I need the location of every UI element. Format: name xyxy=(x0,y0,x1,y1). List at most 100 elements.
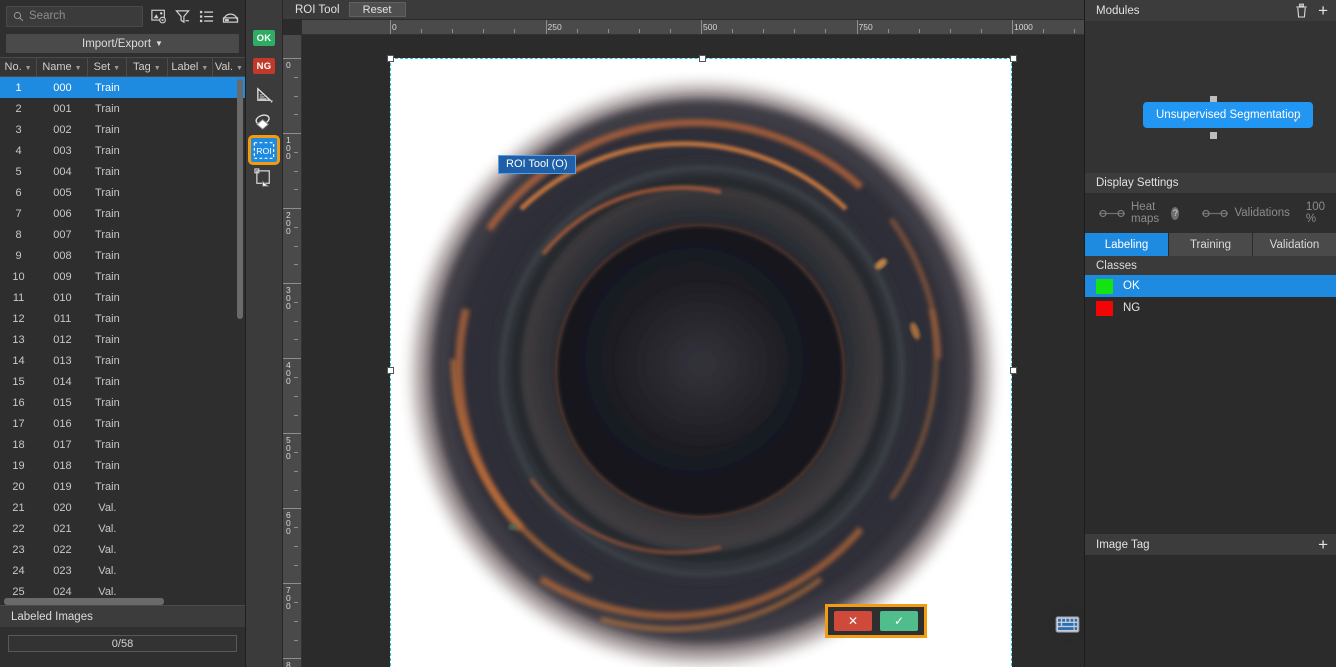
column-header-label[interactable]: Label ▼ xyxy=(168,58,213,76)
table-row[interactable]: 8 007 Train xyxy=(0,224,245,245)
help-icon[interactable]: ? xyxy=(1171,206,1180,220)
roi-cancel-label: ✕ xyxy=(847,614,859,628)
col-label-tag: Tag xyxy=(133,61,151,73)
table-row[interactable]: 24 023 Val. xyxy=(0,560,245,581)
cell-set: Train xyxy=(95,312,120,325)
list-icon[interactable] xyxy=(198,8,215,25)
eraser-tool[interactable] xyxy=(251,110,277,134)
table-row[interactable]: 2 001 Train xyxy=(0,98,245,119)
table-row[interactable]: 22 021 Val. xyxy=(0,518,245,539)
validations-label: Validations xyxy=(1234,207,1290,219)
import-export-button[interactable]: Import/Export ▼ xyxy=(6,34,239,53)
class-label-ok: OK xyxy=(1123,280,1140,292)
search-input[interactable]: Search xyxy=(6,5,143,27)
cell-name: 001 xyxy=(53,102,72,115)
roi-handle-top-right[interactable] xyxy=(1010,55,1017,62)
table-row[interactable]: 23 022 Val. xyxy=(0,539,245,560)
roi-handle-mid-left[interactable] xyxy=(387,367,394,374)
table-row[interactable]: 20 019 Train xyxy=(0,476,245,497)
roi-confirm-bar: ✕ ✓ xyxy=(825,604,927,638)
ruler-label: 200 xyxy=(286,210,291,237)
image-settings-icon[interactable] xyxy=(150,8,167,25)
table-row[interactable]: 16 015 Train xyxy=(0,392,245,413)
roi-handle-top-left[interactable] xyxy=(387,55,394,62)
node-output-port[interactable] xyxy=(1210,132,1217,139)
sort-caret-icon: ▼ xyxy=(74,64,82,72)
roi-cancel-button[interactable]: ✕ xyxy=(834,611,872,631)
image-viewport[interactable]: ✕ ✓ xyxy=(302,35,1084,667)
table-row[interactable]: 13 012 Train xyxy=(0,329,245,350)
ruler-tick xyxy=(294,602,298,604)
keyboard-shortcut-badge[interactable] xyxy=(1048,605,1084,643)
roi-selection-box[interactable] xyxy=(387,55,1017,667)
add-image-tag-icon[interactable]: + xyxy=(1318,536,1328,553)
column-header-set[interactable]: Set ▼ xyxy=(88,58,127,76)
class-row-ng[interactable]: NG xyxy=(1085,297,1336,319)
horizontal-ruler: 025050075010001250 xyxy=(302,20,1084,35)
table-row[interactable]: 1 000 Train xyxy=(0,77,245,98)
table-row[interactable]: 9 008 Train xyxy=(0,245,245,266)
table-row[interactable]: 7 006 Train xyxy=(0,203,245,224)
ruler-tick xyxy=(294,395,298,397)
cell-set: Train xyxy=(95,438,120,451)
ng-class-tool[interactable]: NG xyxy=(251,54,277,78)
column-header-no[interactable]: No. ▼ xyxy=(0,58,38,76)
cell-no: 2 xyxy=(15,102,22,115)
add-module-icon[interactable]: + xyxy=(1318,2,1328,19)
filter-icon[interactable] xyxy=(174,8,191,25)
crop-tool[interactable] xyxy=(251,166,277,190)
panel-layout-icon[interactable] xyxy=(222,8,239,25)
tab-labeling[interactable]: Labeling xyxy=(1085,233,1169,256)
tab-training[interactable]: Training xyxy=(1169,233,1253,256)
image-table-body[interactable]: 1 000 Train 2 001 Train 3 002 Train 4 003 Train 5 004… xyxy=(0,77,245,605)
right-panel: Modules + Unsupervised Segmentation ✓ Di… xyxy=(1084,0,1336,667)
table-row[interactable]: 14 013 Train xyxy=(0,350,245,371)
class-row-ok[interactable]: OK xyxy=(1085,275,1336,297)
table-row[interactable]: 18 017 Train xyxy=(0,434,245,455)
column-header-val[interactable]: Val. ▼ xyxy=(213,58,245,76)
table-row[interactable]: 5 004 Train xyxy=(0,161,245,182)
cell-name: 023 xyxy=(53,564,72,577)
column-header-tag[interactable]: Tag ▼ xyxy=(127,58,168,76)
cell-set: Train xyxy=(95,144,120,157)
roi-accept-button[interactable]: ✓ xyxy=(880,611,918,631)
canvas-toolbar: ROI Tool Reset xyxy=(283,0,1084,20)
table-row[interactable]: 11 010 Train xyxy=(0,287,245,308)
table-row[interactable]: 19 018 Train xyxy=(0,455,245,476)
image-list-horizontal-scrollbar[interactable] xyxy=(4,598,164,605)
table-row[interactable]: 6 005 Train xyxy=(0,182,245,203)
cell-set: Train xyxy=(95,249,120,262)
column-header-name[interactable]: Name ▼ xyxy=(37,58,88,76)
tab-validation[interactable]: Validation xyxy=(1253,233,1336,256)
ruler-tick xyxy=(390,20,391,34)
cell-set: Train xyxy=(95,333,120,346)
table-row[interactable]: 3 002 Train xyxy=(0,119,245,140)
trash-icon[interactable] xyxy=(1295,3,1308,18)
polygon-icon xyxy=(255,85,274,104)
validations-slider[interactable] xyxy=(1202,209,1229,218)
table-row[interactable]: 17 016 Train xyxy=(0,413,245,434)
roi-tool[interactable]: ROI xyxy=(248,135,280,165)
table-row[interactable]: 12 011 Train xyxy=(0,308,245,329)
table-row[interactable]: 21 020 Val. xyxy=(0,497,245,518)
modules-canvas[interactable]: Unsupervised Segmentation ✓ xyxy=(1085,21,1336,173)
roi-handle-top-center[interactable] xyxy=(699,55,706,62)
reset-button[interactable]: Reset xyxy=(348,2,406,17)
module-enabled-check-icon[interactable]: ✓ xyxy=(1292,111,1303,127)
table-row[interactable]: 15 014 Train xyxy=(0,371,245,392)
search-placeholder: Search xyxy=(29,10,66,22)
cell-no: 16 xyxy=(12,396,25,409)
module-node-unsupervised-segmentation[interactable]: Unsupervised Segmentation xyxy=(1143,102,1314,128)
table-row[interactable]: 4 003 Train xyxy=(0,140,245,161)
heat-maps-slider[interactable] xyxy=(1099,209,1125,218)
table-row[interactable]: 10 009 Train xyxy=(0,266,245,287)
ruler-tick xyxy=(283,358,301,360)
roi-icon: ROI xyxy=(253,141,275,160)
image-list-vertical-scrollbar[interactable] xyxy=(237,79,243,319)
polygon-tool[interactable] xyxy=(251,82,277,106)
roi-handle-mid-right[interactable] xyxy=(1010,367,1017,374)
cell-set: Train xyxy=(95,207,120,220)
ng-chip: NG xyxy=(253,58,275,74)
ruler-tick xyxy=(283,508,301,510)
ok-class-tool[interactable]: OK xyxy=(251,26,277,50)
